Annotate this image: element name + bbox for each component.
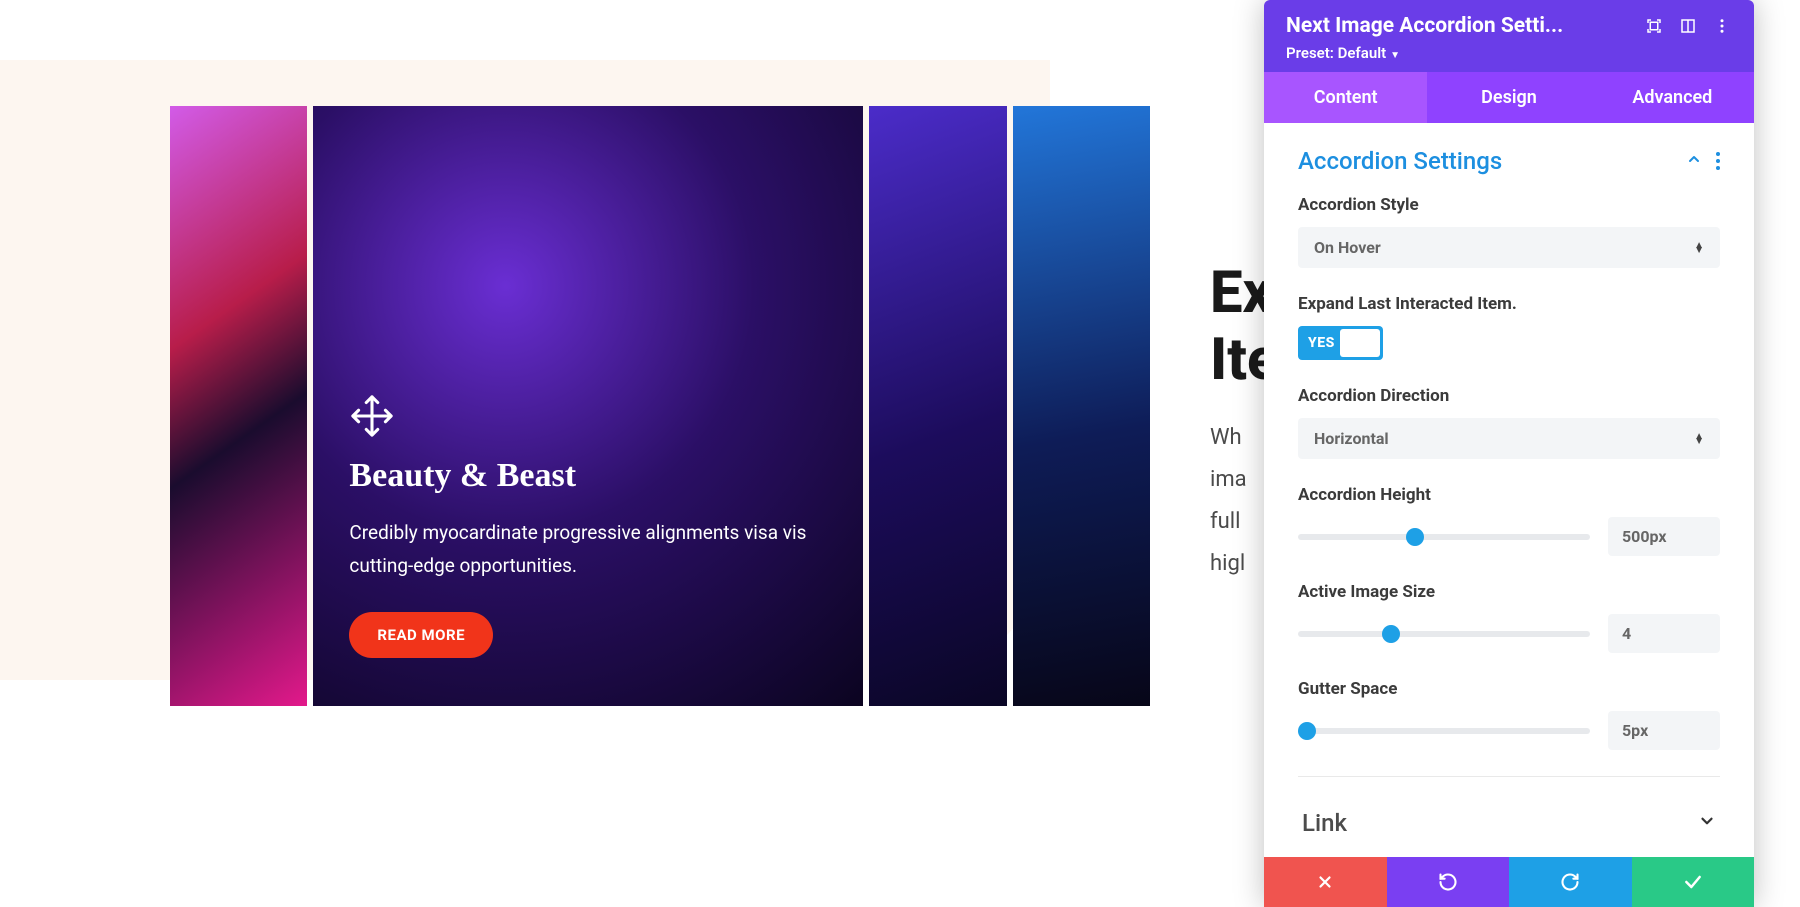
section-header-accordion-settings[interactable]: Accordion Settings	[1298, 147, 1720, 175]
caret-down-icon: ▼	[1390, 50, 1400, 61]
field-accordion-direction: Accordion Direction Horizontal ▲▼	[1298, 386, 1720, 459]
redo-button[interactable]	[1509, 857, 1632, 907]
input-gutter-space[interactable]: 5px	[1608, 711, 1720, 750]
toggle-expand-last[interactable]: YES	[1298, 326, 1383, 360]
kebab-menu-icon[interactable]	[1712, 16, 1732, 36]
accordion-item-4[interactable]	[1013, 106, 1150, 706]
image-accordion-preview[interactable]: Beauty & Beast Credibly myocardinate pro…	[170, 106, 1150, 706]
slider-thumb[interactable]	[1382, 625, 1400, 643]
tab-content[interactable]: Content	[1264, 72, 1427, 123]
cancel-button[interactable]	[1264, 857, 1387, 907]
field-expand-last: Expand Last Interacted Item. YES	[1298, 294, 1720, 360]
section-kebab-icon[interactable]	[1716, 152, 1720, 170]
accordion-item-3[interactable]	[869, 106, 1006, 706]
accordion-item-2-active[interactable]: Beauty & Beast Credibly myocardinate pro…	[313, 106, 863, 706]
settings-panel: Next Image Accordion Setti... Preset: De…	[1264, 0, 1754, 907]
accordion-image	[170, 106, 307, 706]
select-caret-icon: ▲▼	[1694, 243, 1704, 253]
slider-thumb[interactable]	[1406, 528, 1424, 546]
panel-tabs: Content Design Advanced	[1264, 72, 1754, 123]
tab-advanced[interactable]: Advanced	[1591, 72, 1754, 123]
undo-button[interactable]	[1387, 857, 1510, 907]
panel-scroll[interactable]: Accordion Settings Accordion Style On Ho…	[1264, 123, 1754, 857]
save-button[interactable]	[1632, 857, 1755, 907]
input-accordion-height[interactable]: 500px	[1608, 517, 1720, 556]
chevron-down-icon	[1698, 812, 1716, 834]
field-active-image-size: Active Image Size 4	[1298, 582, 1720, 653]
divider	[1298, 776, 1720, 777]
overlay-description: Credibly myocardinate progressive alignm…	[349, 517, 809, 582]
panel-body: Accordion Settings Accordion Style On Ho…	[1264, 123, 1754, 857]
accordion-item-1[interactable]	[170, 106, 307, 706]
select-accordion-style[interactable]: On Hover ▲▼	[1298, 227, 1720, 268]
input-active-image-size[interactable]: 4	[1608, 614, 1720, 653]
move-icon	[349, 393, 395, 439]
slider-active-image-size[interactable]	[1298, 631, 1590, 637]
accordion-image	[869, 106, 1006, 706]
panel-footer	[1264, 857, 1754, 907]
chevron-up-icon[interactable]	[1686, 151, 1702, 171]
expand-icon[interactable]	[1644, 16, 1664, 36]
tab-design[interactable]: Design	[1427, 72, 1590, 123]
overlay-title: Beauty & Beast	[349, 457, 827, 495]
field-gutter-space: Gutter Space 5px	[1298, 679, 1720, 750]
read-more-button[interactable]: READ MORE	[349, 612, 493, 658]
accordion-overlay: Beauty & Beast Credibly myocardinate pro…	[313, 353, 863, 706]
responsive-icon[interactable]	[1678, 16, 1698, 36]
section-header-link[interactable]: Link	[1298, 795, 1720, 851]
preset-selector[interactable]: Preset: Default▼	[1286, 44, 1732, 62]
accordion-image	[1013, 106, 1150, 706]
select-caret-icon: ▲▼	[1694, 434, 1704, 444]
select-accordion-direction[interactable]: Horizontal ▲▼	[1298, 418, 1720, 459]
toggle-knob	[1340, 329, 1380, 357]
panel-title: Next Image Accordion Setti...	[1286, 14, 1630, 38]
slider-accordion-height[interactable]	[1298, 534, 1590, 540]
field-accordion-height: Accordion Height 500px	[1298, 485, 1720, 556]
field-accordion-style: Accordion Style On Hover ▲▼	[1298, 195, 1720, 268]
slider-thumb[interactable]	[1298, 722, 1316, 740]
slider-gutter-space[interactable]	[1298, 728, 1590, 734]
panel-header: Next Image Accordion Setti... Preset: De…	[1264, 0, 1754, 72]
